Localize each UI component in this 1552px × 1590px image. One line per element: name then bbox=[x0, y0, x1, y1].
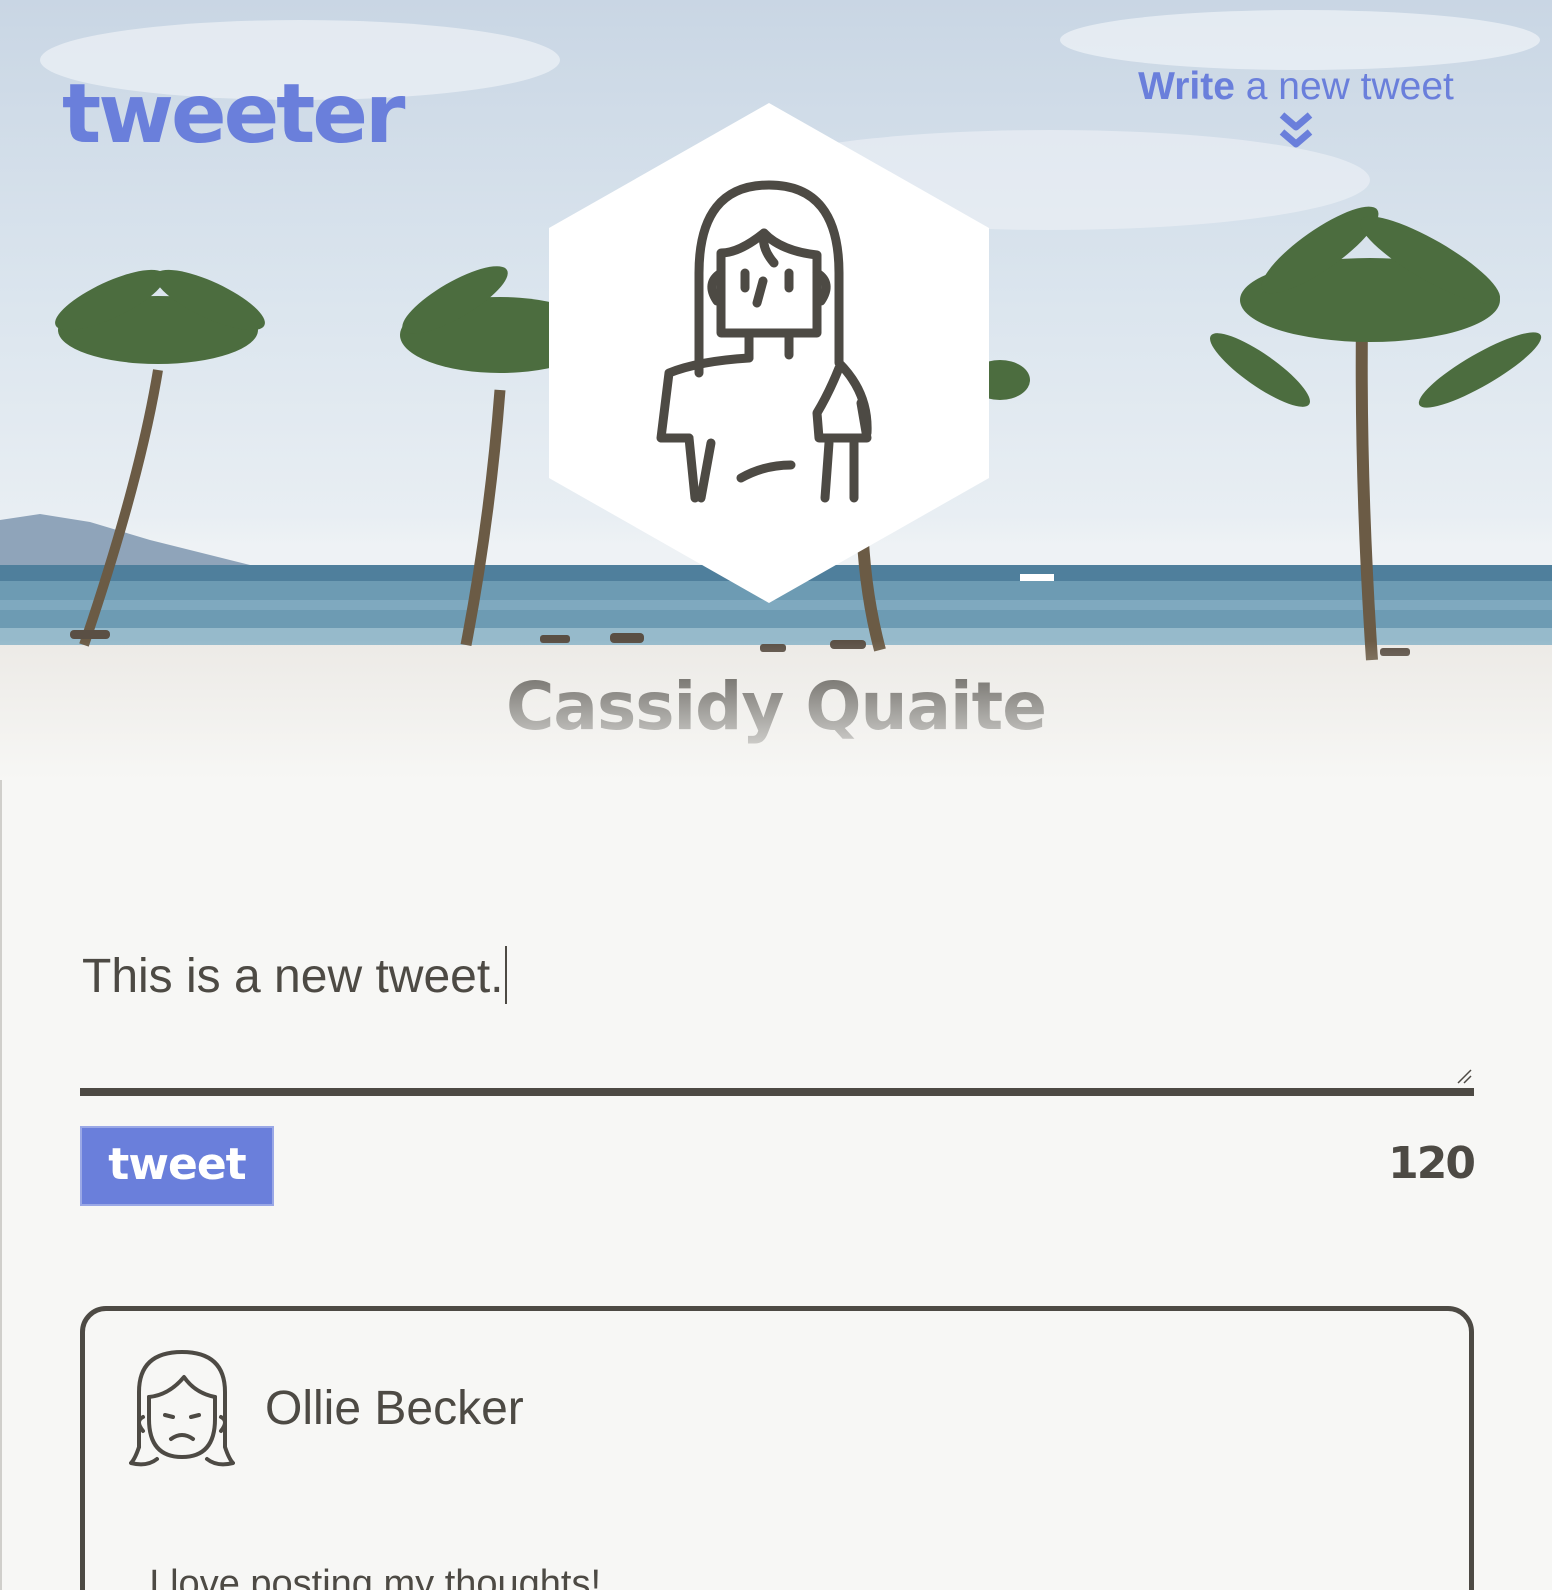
resize-handle-icon[interactable] bbox=[1456, 1068, 1472, 1084]
tweet-card: Ollie Becker I love posting my thoughts! bbox=[80, 1306, 1474, 1590]
sad-face-avatar-icon bbox=[129, 1350, 235, 1467]
profile-hero: tweeter Write a new tweet Cassidy Quaite bbox=[0, 0, 1552, 780]
tweeter-logo[interactable]: tweeter bbox=[62, 74, 405, 156]
tweet-author-name[interactable]: Ollie Becker bbox=[265, 1381, 524, 1436]
compose-area[interactable]: This is a new tweet. bbox=[80, 930, 1474, 1096]
profile-name: Cassidy Quaite bbox=[506, 668, 1047, 745]
new-tweet-label: a new tweet bbox=[1234, 65, 1454, 108]
double-chevron-down-icon bbox=[1279, 112, 1313, 148]
tweet-submit-button[interactable]: tweet bbox=[80, 1126, 274, 1206]
page: tweeter Write a new tweet Cassidy Quaite… bbox=[0, 0, 1552, 1590]
woman-avatar-icon bbox=[549, 103, 989, 603]
text-caret bbox=[504, 946, 507, 1004]
tweet-textarea[interactable]: This is a new tweet. bbox=[82, 946, 507, 1004]
character-counter: 120 bbox=[1388, 1138, 1476, 1189]
write-new-tweet-link[interactable]: Write a new tweet bbox=[1096, 64, 1496, 152]
tweet-body: I love posting my thoughts! bbox=[149, 1563, 602, 1590]
write-label: Write bbox=[1138, 65, 1235, 108]
